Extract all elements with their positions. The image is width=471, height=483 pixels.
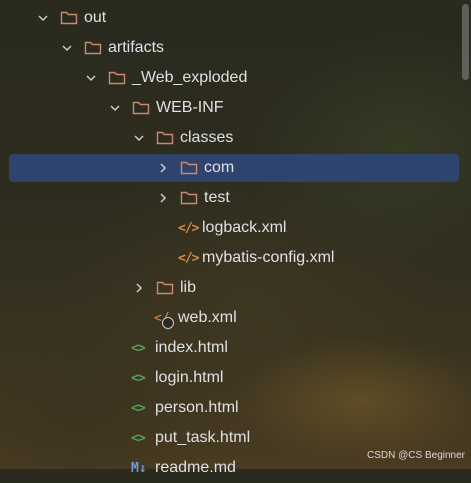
tree-item-mybatis-config-xml[interactable]: </> mybatis-config.xml [0,243,471,273]
folder-icon [60,10,78,26]
tree-item-lib[interactable]: lib [0,273,471,303]
tree-item-web-inf[interactable]: WEB-INF [0,93,471,123]
folder-icon [180,190,198,206]
tree-item-label: readme.md [155,459,236,476]
tree-item-index-html[interactable]: <> index.html [0,333,471,363]
watermark: CSDN @CS Beginner [367,450,465,461]
tree-item-label: person.html [155,399,239,416]
tree-item-label: lib [180,279,197,296]
tree-item-label: logback.xml [202,219,287,236]
tree-item-web-xml[interactable]: </ web.xml [0,303,471,333]
html-file-icon: <> [131,340,146,356]
tree-item-put-task-html[interactable]: <> put_task.html [0,423,471,453]
chevron-down-icon[interactable] [108,101,122,115]
folder-icon [180,160,198,176]
tree-item-test[interactable]: test [0,183,471,213]
tree-item-classes[interactable]: classes [0,123,471,153]
folder-icon [108,70,126,86]
xml-file-icon: </> [178,220,199,236]
tree-item-login-html[interactable]: <> login.html [0,363,471,393]
tree-item-label: mybatis-config.xml [202,249,335,266]
scrollbar-thumb[interactable] [462,4,469,80]
tree-item-label: web.xml [178,309,237,326]
tree-item-label: WEB-INF [156,99,224,116]
chevron-right-icon[interactable] [132,281,146,295]
tree-item-label: artifacts [108,39,165,56]
chevron-down-icon[interactable] [60,41,74,55]
tree-item-web-exploded[interactable]: _Web_exploded [0,63,471,93]
markdown-file-icon: M↓ [131,460,147,476]
tree-item-label: _Web_exploded [132,69,248,86]
tree-item-label: out [84,9,107,26]
chevron-down-icon[interactable] [36,11,50,25]
chevron-down-icon[interactable] [84,71,98,85]
tree-item-person-html[interactable]: <> person.html [0,393,471,423]
xml-file-icon: </> [178,250,199,266]
tree-item-label: test [204,189,230,206]
tree-item-com[interactable]: com [0,153,471,183]
tree-item-logback-xml[interactable]: </> logback.xml [0,213,471,243]
chevron-right-icon[interactable] [156,191,170,205]
web-xml-file-icon: </ [154,310,174,329]
tree-item-label: classes [180,129,234,146]
project-tree: out artifacts _Web_exploded WEB-INF clas… [0,0,471,476]
tree-item-label: put_task.html [155,429,251,446]
globe-icon [162,317,174,329]
folder-icon [156,280,174,296]
html-file-icon: <> [131,400,146,416]
folder-icon [132,100,150,116]
folder-icon [156,130,174,146]
html-file-icon: <> [131,430,146,446]
folder-icon [84,40,102,56]
tree-item-out[interactable]: out [0,3,471,33]
chevron-down-icon[interactable] [132,131,146,145]
html-file-icon: <> [131,370,146,386]
tree-item-label: login.html [155,369,224,386]
tree-item-label: index.html [155,339,228,356]
tree-item-artifacts[interactable]: artifacts [0,33,471,63]
tree-item-label: com [204,159,235,176]
chevron-right-icon[interactable] [156,161,170,175]
